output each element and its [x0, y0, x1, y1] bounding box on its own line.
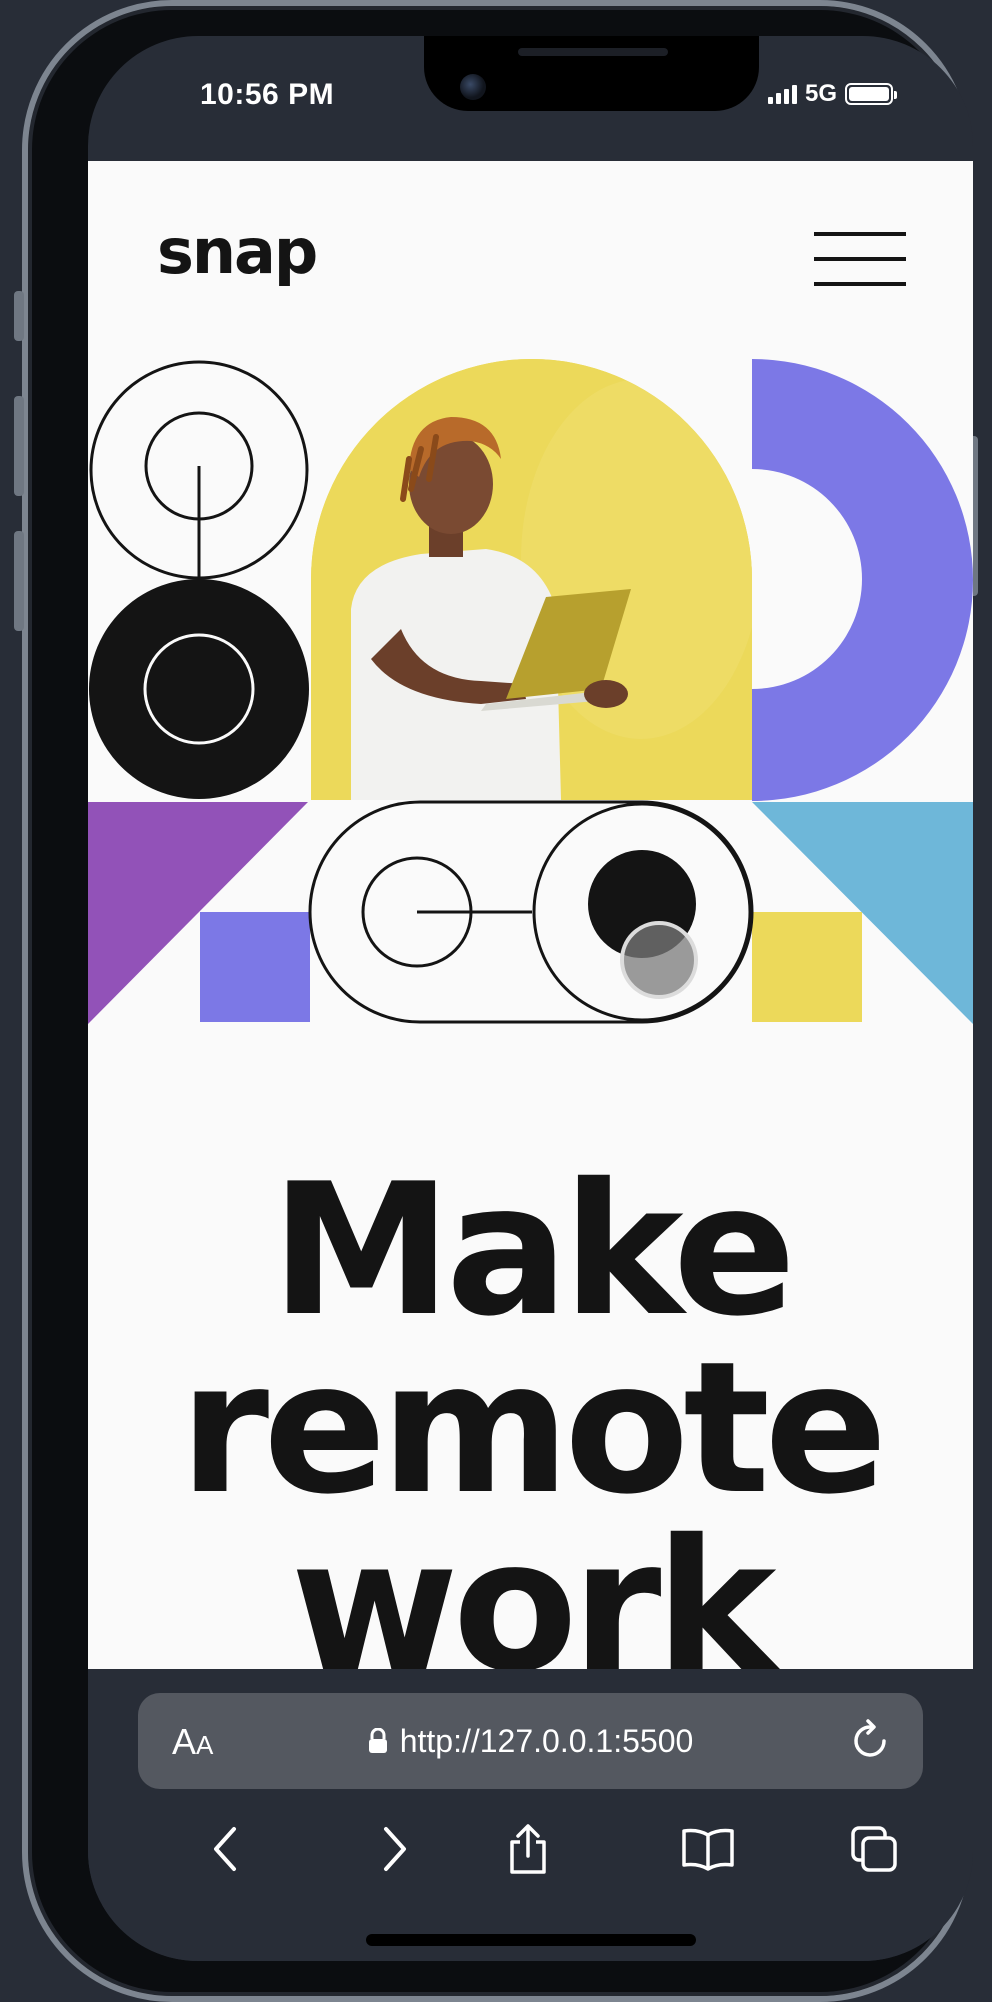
tabs-button[interactable]	[844, 1819, 904, 1879]
person-with-laptop-image	[311, 359, 752, 800]
battery-icon	[845, 83, 897, 105]
browser-bottom-bar: AA http://127.0.0.1:5500	[88, 1669, 973, 1961]
site-logo[interactable]: snap	[157, 221, 318, 283]
earpiece-speaker	[518, 48, 668, 56]
phone-screen: 10:56 PM 5G snap Make remote work AA htt…	[88, 36, 973, 1961]
cellular-signal-icon	[767, 84, 797, 104]
back-button[interactable]	[195, 1819, 255, 1879]
share-icon	[510, 1824, 546, 1874]
status-time: 10:56 PM	[200, 78, 335, 111]
hamburger-icon	[814, 232, 906, 236]
phone-frame: 10:56 PM 5G snap Make remote work AA htt…	[14, 0, 978, 2002]
hamburger-line	[814, 257, 906, 261]
chevron-left-icon	[214, 1827, 236, 1871]
chevron-right-icon	[384, 1827, 406, 1871]
status-indicators: 5G	[767, 80, 897, 108]
hamburger-menu-button[interactable]	[814, 232, 906, 286]
front-camera	[460, 74, 486, 100]
reload-icon[interactable]	[851, 1719, 891, 1763]
side-button-volume-down	[14, 531, 24, 631]
share-button[interactable]	[498, 1819, 558, 1879]
hero-photo	[311, 359, 752, 800]
book-icon	[682, 1828, 734, 1871]
bookmarks-button[interactable]	[678, 1819, 738, 1879]
address-bar[interactable]: AA http://127.0.0.1:5500	[138, 1693, 923, 1789]
tabs-icon	[851, 1826, 897, 1872]
headline-line: remote	[179, 1322, 887, 1534]
lock-icon	[368, 1728, 387, 1753]
network-type: 5G	[804, 80, 837, 107]
home-indicator	[366, 1934, 696, 1946]
web-page[interactable]: snap Make remote work	[88, 161, 973, 1669]
url-text: http://127.0.0.1:5500	[399, 1723, 694, 1759]
headline-line: Make	[270, 1144, 797, 1356]
headline-line: work	[290, 1500, 777, 1669]
side-button-volume-up	[14, 396, 24, 496]
browser-toolbar	[88, 1819, 973, 1899]
hamburger-line	[814, 282, 906, 286]
hero-headline: Make remote work	[88, 1144, 973, 1669]
hero-illustration	[88, 359, 973, 1024]
url-display[interactable]: http://127.0.0.1:5500	[138, 1723, 923, 1760]
side-button-mute	[14, 291, 24, 341]
forward-button[interactable]	[365, 1819, 425, 1879]
